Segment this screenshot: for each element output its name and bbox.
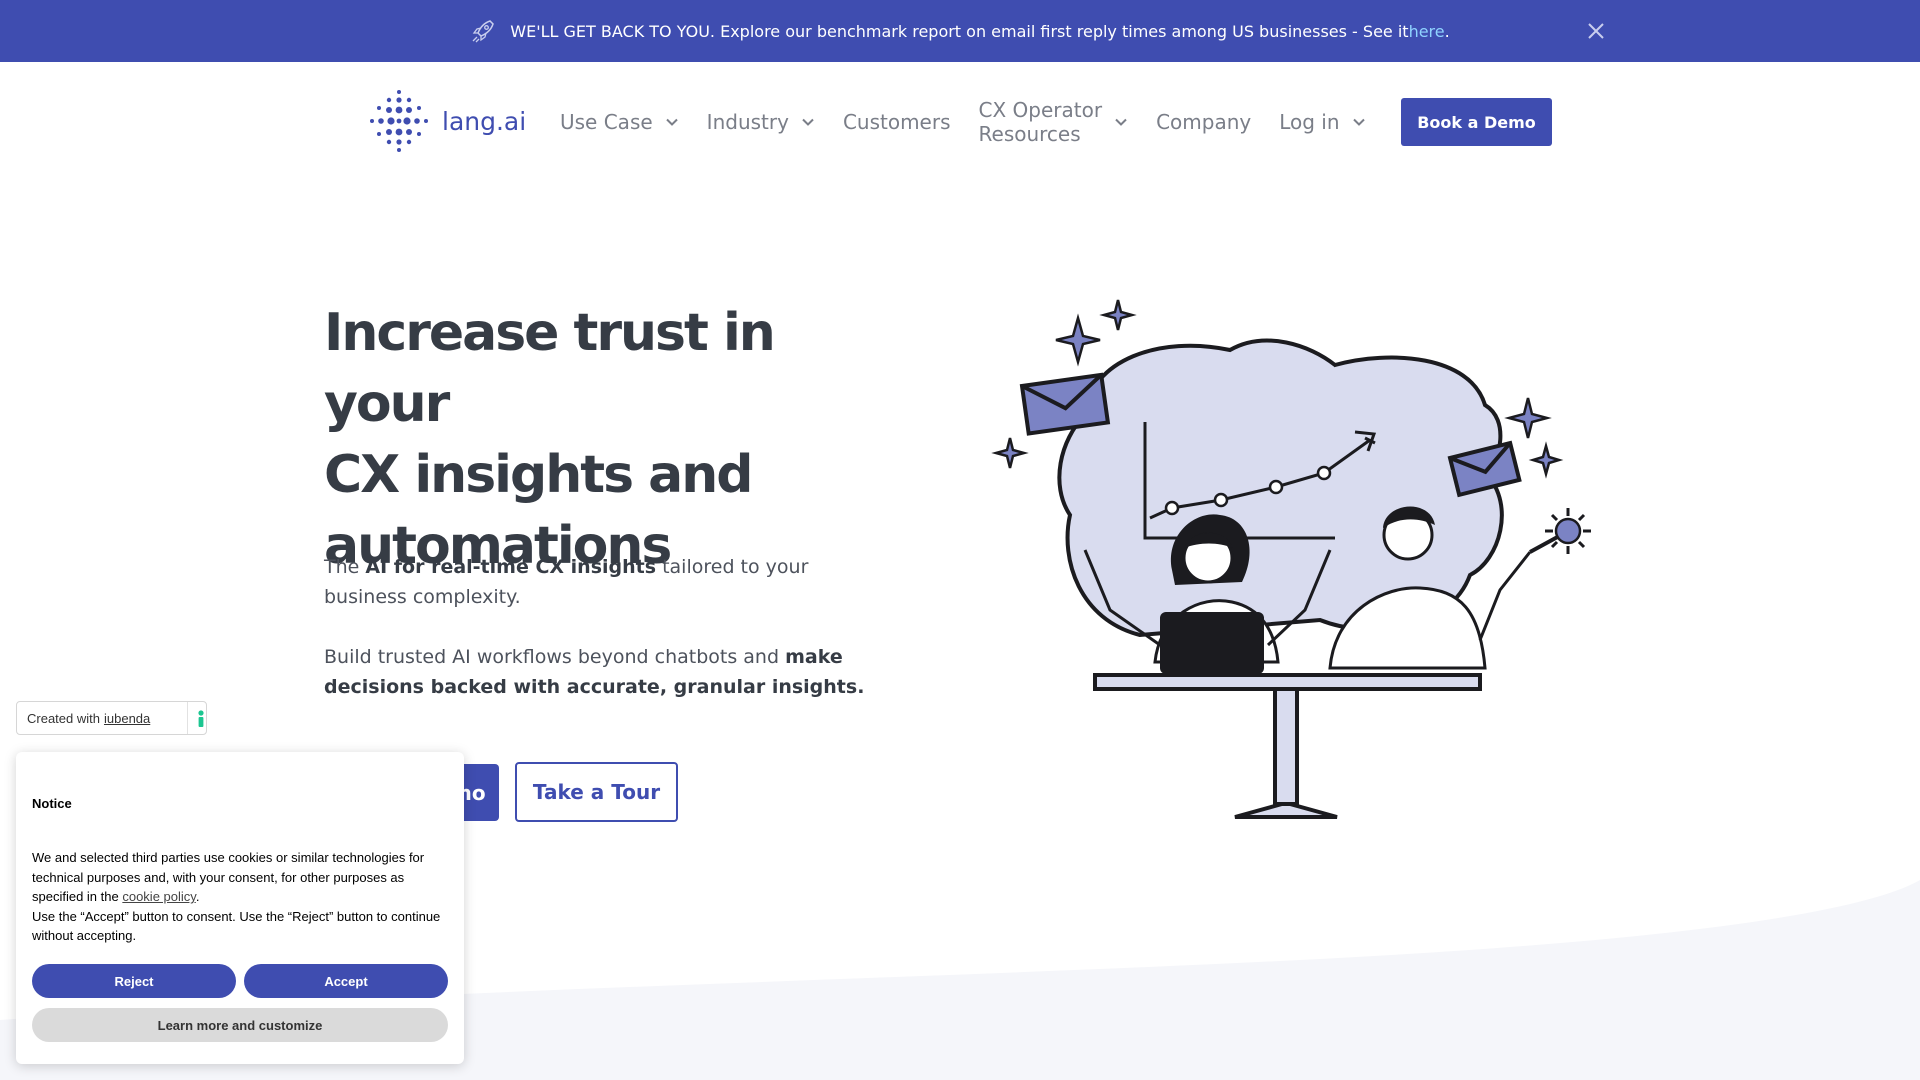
sparkle-icon [1504,397,1552,439]
hero-description: Build trusted AI workflows beyond chatbo… [324,642,884,702]
rocket-icon [472,20,495,43]
hero-intro-pre: The [324,556,366,578]
iubenda-link[interactable]: iubenda [104,711,150,726]
nav-cx-operator-label-1: CX Operator [978,98,1103,122]
learn-more-button[interactable]: Learn more and customize [32,1008,448,1042]
nav-company-label: Company [1156,110,1252,134]
cookie-body-text-1: We and selected third parties use cookie… [32,850,425,905]
close-icon[interactable] [1584,19,1608,43]
nav-use-case[interactable]: Use Case [560,110,679,134]
cookie-banner: Notice We and selected third parties use… [16,752,464,1064]
hero-title: Increase trust in your CX insights and a… [324,298,904,582]
announcement-bar: WE'LL GET BACK TO YOU. Explore our bench… [0,0,1920,62]
cookie-title: Notice [32,796,72,811]
sparkle-icon [1055,313,1101,367]
chevron-down-icon [802,118,814,126]
hero-description-pre: Build trusted AI workflows beyond chatbo… [324,646,786,668]
nav-customers[interactable]: Customers [843,110,951,134]
hero-illustration [991,299,1591,819]
magic-wand-star [1554,517,1582,545]
hero-title-line-2: CX insights and [324,445,753,505]
cookie-body: We and selected third parties use cookie… [32,848,448,946]
announcement-text: WE'LL GET BACK TO YOU. Explore our bench… [510,21,1409,41]
logo-mark-icon [370,90,428,152]
sparkle-icon [1528,441,1564,479]
nav-customers-label: Customers [842,110,951,134]
cookie-policy-link[interactable]: cookie policy [122,889,195,904]
announcement-link[interactable]: here [1409,22,1445,41]
desk [1093,673,1482,819]
nav-log-in-label: Log in [1279,110,1340,134]
sparkle-icon [1099,299,1137,331]
logo[interactable]: lang.ai [366,86,526,156]
nav-industry[interactable]: Industry [707,110,815,134]
envelope-icon [1019,372,1111,436]
chevron-down-icon [1352,118,1365,126]
cookie-body-text-3: Use the “Accept” button to consent. Use … [32,908,441,944]
hero-intro: The AI for real-time CX insights tailore… [324,552,884,612]
chevron-down-icon [1115,118,1127,126]
logo-text: lang.ai [442,106,527,136]
site-header: lang.ai Use Case Industry Customers CX O… [0,62,1920,182]
divider [187,702,188,734]
book-demo-button[interactable]: Book a Demo [1401,98,1552,146]
accept-button[interactable]: Accept [244,964,448,998]
hero-title-line-1: Increase trust in your [324,303,776,434]
nav-log-in[interactable]: Log in [1279,110,1365,134]
sparkle-icon [991,437,1029,469]
cookie-body-text-2: . [195,889,200,905]
chevron-down-icon [665,118,678,126]
main-nav: Use Case Industry Customers CX Operator … [560,62,1394,182]
iubenda-logo-icon [198,710,204,727]
nav-use-case-label: Use Case [560,110,653,134]
announcement-period: . [1444,21,1450,41]
iubenda-prefix: Created with [27,710,100,726]
nav-industry-label: Industry [706,110,789,134]
take-tour-button[interactable]: Take a Tour [515,762,678,822]
nav-cx-operator-label-2: Resources [978,122,1081,146]
iubenda-badge: Created with iubenda [16,701,207,735]
hero-intro-bold: AI for real-time CX insights [365,556,657,578]
nav-company[interactable]: Company [1156,110,1251,134]
reject-button[interactable]: Reject [32,964,236,998]
nav-cx-operator-resources[interactable]: CX Operator Resources [979,98,1129,146]
